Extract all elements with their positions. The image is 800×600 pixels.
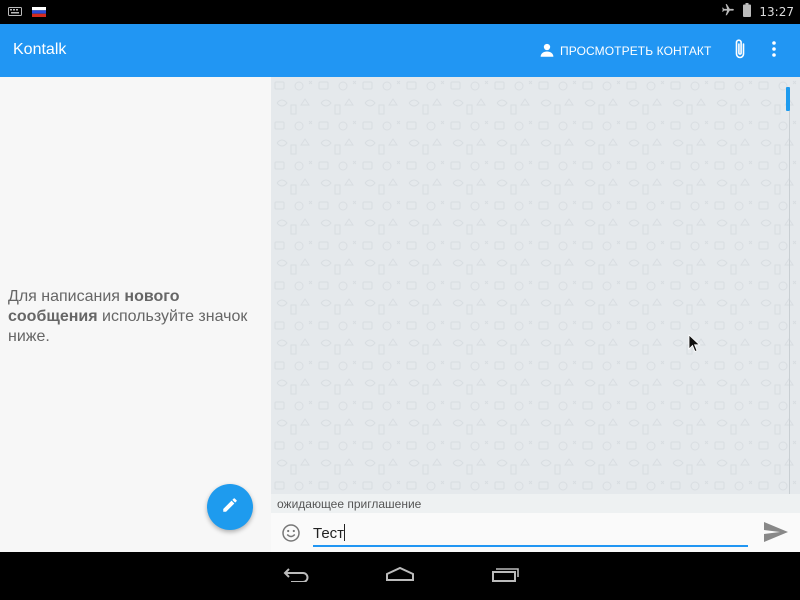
navigation-bar [0,552,800,600]
text-caret [344,524,346,541]
invitation-status-text: ожидающее приглашение [277,497,422,511]
hint-text-start: Для написания [8,288,125,305]
attach-button[interactable] [728,38,752,64]
mouse-cursor-icon [688,334,702,359]
flag-ru-icon [32,4,46,22]
view-contact-button[interactable]: ПРОСМОТРЕТЬ КОНТАКТ [538,39,711,63]
person-icon [538,41,556,62]
recents-button[interactable] [487,564,523,588]
compose-fab[interactable] [207,484,253,530]
message-list[interactable] [271,77,800,494]
send-icon [763,522,789,547]
home-icon [384,566,416,587]
send-button[interactable] [763,521,789,545]
conversation-pane: ожидающее приглашение Тест [271,77,800,552]
scrollbar-thumb[interactable] [786,87,790,111]
home-button[interactable] [382,564,418,588]
back-button[interactable] [278,564,314,588]
invitation-status-bar: ожидающее приглашение [271,494,800,513]
overflow-menu-button[interactable] [764,38,784,64]
emoji-icon [281,524,301,547]
attach-icon [733,38,747,65]
app-title: Kontalk [13,41,67,58]
message-input[interactable]: Тест [313,519,748,547]
keyboard-icon [8,4,22,22]
status-bar: 13:27 [0,0,800,24]
empty-list-hint: Для написания нового сообщения используй… [8,287,258,347]
app-bar: Kontalk ПРОСМОТРЕТЬ КОНТАКТ [0,24,800,77]
airplane-icon [721,3,735,20]
battery-icon [743,3,752,20]
scrollbar-track [789,111,790,494]
pencil-icon [221,496,239,519]
overflow-menu-icon [772,40,776,62]
conversation-list-pane: Для написания нового сообщения используй… [0,77,271,552]
message-input-text: Тест [313,525,345,542]
compose-bar: Тест [271,513,800,552]
view-contact-label: ПРОСМОТРЕТЬ КОНТАКТ [560,44,712,58]
emoji-button[interactable] [281,523,301,543]
chat-background-pattern [271,77,800,494]
clock: 13:27 [759,4,794,19]
back-icon [281,566,311,587]
recents-icon [490,566,520,587]
